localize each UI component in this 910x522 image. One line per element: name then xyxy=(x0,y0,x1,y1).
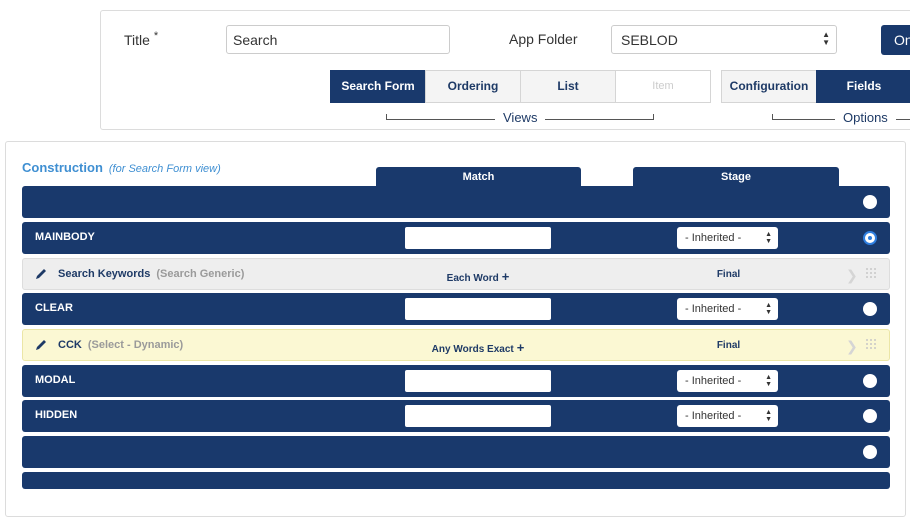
field-name: CCK (Select - Dynamic) xyxy=(58,339,184,351)
drag-handle-icon[interactable] xyxy=(865,267,877,281)
position-row-mainbody[interactable]: MAINBODY - Inherited - ▲ ▼ xyxy=(22,222,890,254)
plus-icon[interactable]: + xyxy=(502,269,510,284)
stage-select[interactable]: - Inherited - ▲ ▼ xyxy=(677,298,778,320)
views-group-label: Views xyxy=(495,110,546,125)
options-group-label: Options xyxy=(835,110,896,125)
construction-title: Construction xyxy=(22,160,103,175)
position-name: MAINBODY xyxy=(35,231,95,243)
tab-ordering[interactable]: Ordering xyxy=(425,70,521,103)
field-type: (Search Generic) xyxy=(156,268,245,280)
top-settings-panel: Title * App Folder SEBLOD ▲▼ On Search F… xyxy=(100,10,910,130)
pencil-icon[interactable] xyxy=(34,267,48,281)
position-row[interactable] xyxy=(22,186,890,218)
app-folder-label: App Folder xyxy=(509,31,578,47)
tab-item[interactable]: Item xyxy=(615,70,711,103)
position-radio[interactable] xyxy=(863,195,877,209)
select-arrows-icon: ▲ ▼ xyxy=(765,374,772,388)
stage-select[interactable]: - Inherited - ▲ ▼ xyxy=(677,227,778,249)
chevron-right-icon[interactable]: ❯ xyxy=(846,338,858,355)
match-input[interactable] xyxy=(405,298,551,320)
stage-value: Final xyxy=(716,340,741,351)
position-name: CLEAR xyxy=(35,302,73,314)
position-name: MODAL xyxy=(35,374,76,386)
tab-configuration[interactable]: Configuration xyxy=(721,70,817,103)
select-arrows-icon: ▲ ▼ xyxy=(765,409,772,423)
stage-column-header: Stage xyxy=(633,167,839,187)
construction-heading: Construction (for Search Form view) xyxy=(22,160,221,175)
stage-value: - Inherited - xyxy=(685,375,742,387)
match-input[interactable] xyxy=(405,227,551,249)
app-folder-value: SEBLOD xyxy=(621,32,678,48)
plus-icon[interactable]: + xyxy=(517,340,525,355)
position-row-hidden[interactable]: HIDDEN - Inherited - ▲ ▼ xyxy=(22,400,890,432)
drag-handle-icon[interactable] xyxy=(865,338,877,352)
position-radio[interactable] xyxy=(863,374,877,388)
select-arrows-icon: ▲ ▼ xyxy=(822,30,830,47)
match-input[interactable] xyxy=(405,405,551,427)
top-right-button[interactable]: On xyxy=(881,25,910,55)
match-mode[interactable]: Any Words Exact + xyxy=(403,340,553,355)
stage-select[interactable]: - Inherited - ▲ ▼ xyxy=(677,370,778,392)
field-name: Search Keywords (Search Generic) xyxy=(58,268,245,280)
position-radio[interactable] xyxy=(863,409,877,423)
position-radio[interactable] xyxy=(863,445,877,459)
field-row-search-keywords[interactable]: Search Keywords (Search Generic) Each Wor… xyxy=(22,258,890,290)
select-arrows-icon: ▲ ▼ xyxy=(765,231,772,245)
position-radio[interactable] xyxy=(863,302,877,316)
stage-value: - Inherited - xyxy=(685,232,742,244)
title-label: Title * xyxy=(124,30,159,48)
position-name: HIDDEN xyxy=(35,409,78,421)
field-type: (Select - Dynamic) xyxy=(87,339,184,351)
position-row-clear[interactable]: CLEAR - Inherited - ▲ ▼ xyxy=(22,293,890,325)
construction-panel: Construction (for Search Form view) Match… xyxy=(5,141,906,517)
position-radio-checked[interactable] xyxy=(863,231,877,245)
stage-value: Final xyxy=(716,269,741,280)
tab-search-form[interactable]: Search Form xyxy=(330,70,426,103)
construction-subtitle: (for Search Form view) xyxy=(108,163,221,175)
match-mode[interactable]: Each Word + xyxy=(403,269,553,284)
match-column-header: Match xyxy=(376,167,581,187)
required-marker: * xyxy=(153,30,159,42)
construction-footer-bar xyxy=(22,472,890,489)
pencil-icon[interactable] xyxy=(34,338,48,352)
select-arrows-icon: ▲ ▼ xyxy=(765,302,772,316)
chevron-right-icon[interactable]: ❯ xyxy=(846,267,858,284)
position-row[interactable] xyxy=(22,436,890,468)
stage-value: - Inherited - xyxy=(685,303,742,315)
tab-fields[interactable]: Fields xyxy=(816,70,910,103)
position-row-modal[interactable]: MODAL - Inherited - ▲ ▼ xyxy=(22,365,890,397)
app-folder-select[interactable]: SEBLOD ▲ ▼ xyxy=(611,25,837,54)
stage-select[interactable]: - Inherited - ▲ ▼ xyxy=(677,405,778,427)
stage-value: - Inherited - xyxy=(685,410,742,422)
field-row-cck[interactable]: CCK (Select - Dynamic) Any Words Exact + F… xyxy=(22,329,890,361)
tab-list[interactable]: List xyxy=(520,70,616,103)
match-input[interactable] xyxy=(405,370,551,392)
title-input[interactable] xyxy=(226,25,450,54)
